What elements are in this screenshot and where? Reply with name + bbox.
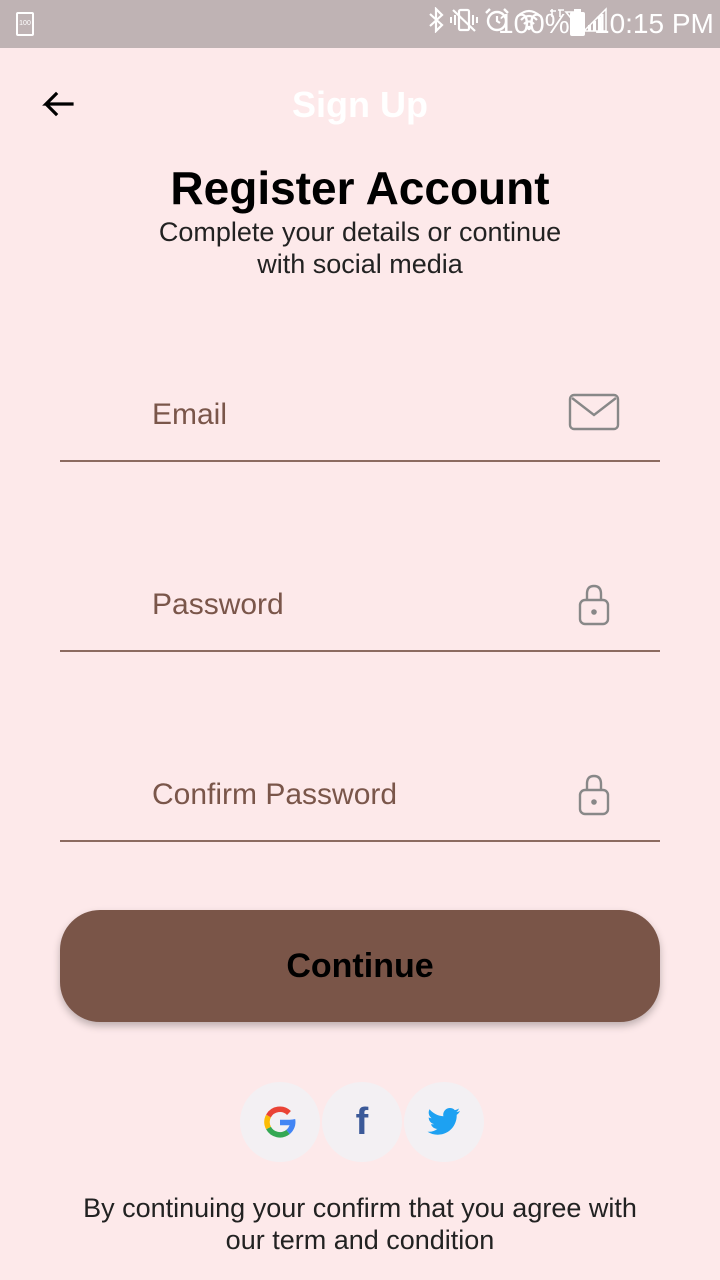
status-time: 10:15 PM	[594, 8, 714, 39]
vibrate-icon	[450, 7, 478, 42]
password-field	[60, 560, 660, 652]
social-login-row: f	[240, 1082, 484, 1162]
lock-icon	[578, 774, 610, 816]
terms-text: By continuing your confirm that you agre…	[83, 1193, 637, 1255]
battery-saver-icon: 100	[16, 12, 34, 36]
battery-icon	[570, 9, 585, 36]
twitter-login-button[interactable]	[404, 1082, 484, 1162]
battery-percent: 100%	[498, 8, 570, 39]
google-login-button[interactable]	[240, 1082, 320, 1162]
email-field	[60, 370, 660, 462]
page-title: Register Account	[170, 162, 550, 214]
facebook-login-button[interactable]: f	[322, 1082, 402, 1162]
lock-icon	[578, 584, 610, 626]
confirm-password-field	[60, 750, 660, 842]
email-input[interactable]	[152, 370, 532, 460]
twitter-icon	[427, 1108, 460, 1135]
google-icon	[264, 1106, 296, 1138]
continue-button[interactable]: Continue	[60, 910, 660, 1022]
app-bar-title: Sign Up	[292, 84, 428, 125]
bluetooth-icon	[428, 5, 444, 42]
page-subtitle: Complete your details or continue with s…	[158, 217, 562, 279]
facebook-icon: f	[355, 1101, 369, 1143]
password-input[interactable]	[152, 560, 532, 650]
mail-icon	[568, 393, 620, 431]
status-bar: 100 100% 10:15 PM	[0, 0, 720, 48]
confirm-password-input[interactable]	[152, 750, 532, 840]
